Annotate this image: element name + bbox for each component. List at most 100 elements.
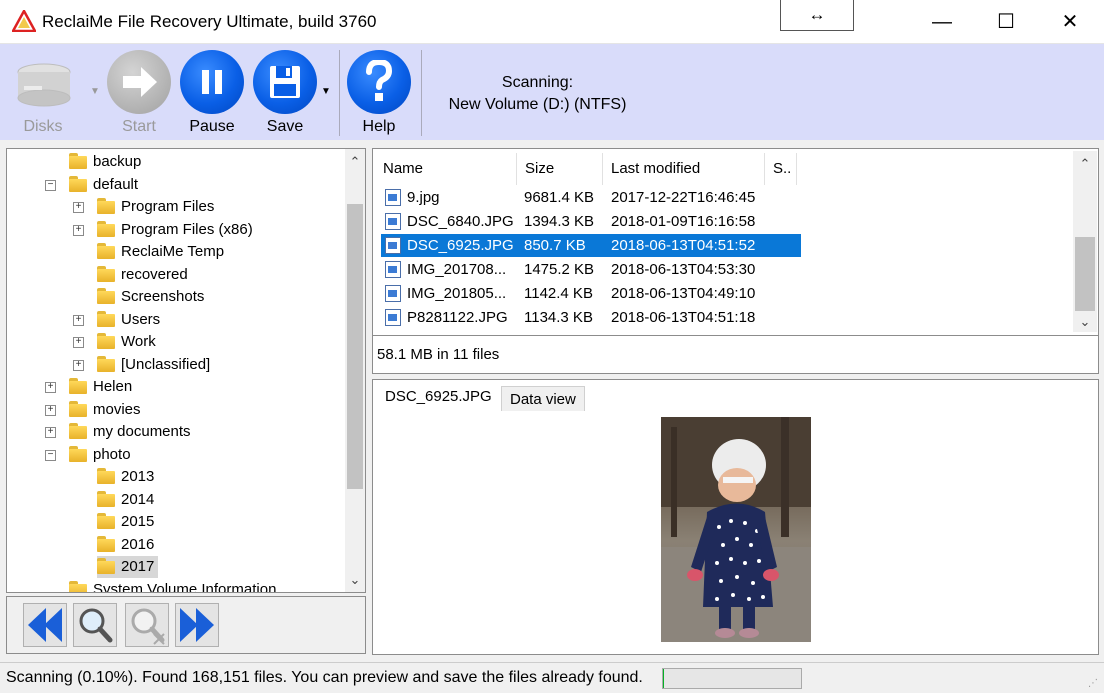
status-bar: Scanning (0.10%). Found 168,151 files. Y…: [0, 662, 1104, 693]
tree-expander[interactable]: +: [73, 224, 84, 236]
tab-preview-file[interactable]: DSC_6925.JPG: [377, 384, 500, 411]
pause-button[interactable]: Pause: [179, 48, 245, 138]
tree-item[interactable]: ReclaiMe Temp: [97, 241, 228, 263]
scroll-down-icon[interactable]: ⌄: [1075, 311, 1095, 333]
scan-progress-bar: [662, 668, 802, 689]
next-button[interactable]: [175, 603, 219, 647]
image-file-icon: [385, 285, 401, 302]
tree-item[interactable]: 2017: [97, 556, 159, 578]
tree-expander[interactable]: +: [45, 404, 56, 416]
tree-item[interactable]: 2013: [97, 466, 158, 488]
double-left-arrow-icon: [28, 608, 62, 642]
maximize-button[interactable]: ☐: [974, 0, 1038, 44]
preview-panel: DSC_6925.JPG Data view: [372, 379, 1099, 655]
magnifier-icon: [79, 608, 113, 643]
image-file-icon: [385, 237, 401, 254]
tree-scrollbar[interactable]: ⌃ ⌄: [345, 149, 365, 592]
save-dropdown-arrow-icon[interactable]: ▼: [321, 86, 331, 97]
table-row[interactable]: IMG_201708... 1475.2 KB 2018-06-13T04:53:3…: [381, 258, 791, 281]
folder-icon: [69, 378, 87, 394]
tree-expander[interactable]: +: [45, 382, 56, 393]
folder-icon: [97, 288, 115, 304]
scroll-up-icon[interactable]: ⌃: [1075, 153, 1095, 175]
resize-handle[interactable]: ↔: [780, 0, 854, 31]
folder-icon: [97, 310, 115, 327]
tree-expander[interactable]: +: [73, 314, 84, 326]
tree-item[interactable]: 2016: [97, 534, 158, 556]
help-button[interactable]: Help: [346, 48, 412, 138]
tree-item[interactable]: 2015: [97, 511, 158, 533]
tree-item[interactable]: photo: [69, 444, 135, 466]
file-size: 850.7 KB: [524, 237, 586, 254]
image-file-icon: [385, 189, 401, 206]
save-button[interactable]: Save: [252, 48, 318, 138]
tree-item[interactable]: Program Files: [97, 196, 218, 218]
floppy-disk-icon: [270, 66, 300, 98]
column-header-last-modified[interactable]: Last modified: [603, 153, 765, 185]
column-header-status[interactable]: S..: [765, 153, 797, 185]
tree-expander[interactable]: +: [73, 337, 84, 348]
toolbar: Disks ▼ Start Pause Save ▼ Help Scanning…: [0, 44, 1104, 140]
tree-item[interactable]: recovered: [97, 264, 192, 286]
resize-grip-icon[interactable]: ⋰: [1088, 678, 1098, 689]
tree-item-label: backup: [93, 153, 142, 170]
close-button[interactable]: ✕: [1038, 0, 1102, 44]
table-row[interactable]: DSC_6840.JPG 1394.3 KB 2018-01-09T16:16:58: [381, 210, 791, 233]
folder-icon: [69, 423, 87, 439]
folder-icon: [69, 580, 87, 592]
disks-button[interactable]: Disks: [10, 48, 76, 138]
tree-item[interactable]: movies: [69, 399, 145, 421]
photo-preview: [661, 417, 811, 642]
folder-icon: [69, 400, 87, 417]
search-button[interactable]: [73, 603, 117, 647]
disks-dropdown-arrow-icon[interactable]: ▼: [90, 86, 100, 97]
tree-item[interactable]: Helen: [69, 376, 136, 398]
tree-expander[interactable]: −: [45, 179, 56, 191]
folder-tree[interactable]: backup − default + Program Files + Program Fil…: [6, 148, 366, 593]
tree-item[interactable]: [Unclassified]: [97, 354, 214, 376]
file-size: 1475.2 KB: [524, 261, 595, 278]
table-row[interactable]: DSC_6925.JPG 850.7 KB 2018-06-13T04:51:52: [381, 234, 801, 257]
tree-item[interactable]: backup: [69, 151, 145, 173]
scroll-up-icon[interactable]: ⌃: [345, 151, 365, 173]
tree-item[interactable]: 2014: [97, 489, 158, 511]
tree-expander[interactable]: +: [45, 427, 56, 438]
file-summary: 58.1 MB in 11 files: [373, 335, 1098, 373]
file-name: 9.jpg: [407, 189, 440, 206]
column-header-size[interactable]: Size: [517, 153, 603, 185]
minimize-button[interactable]: —: [910, 0, 974, 44]
file-list-scrollbar-thumb[interactable]: [1075, 237, 1095, 311]
tree-item-label: System Volume Information: [93, 580, 277, 593]
file-name: IMG_201805...: [407, 285, 507, 302]
table-row[interactable]: P8281122.JPG 1134.3 KB 2018-06-13T04:51:18: [381, 306, 791, 329]
start-button[interactable]: Start: [106, 48, 172, 138]
tree-item[interactable]: Screenshots: [97, 286, 208, 308]
tree-scrollbar-thumb[interactable]: [347, 204, 363, 489]
table-row[interactable]: 9.jpg 9681.4 KB 2017-12-22T16:46:45: [381, 186, 791, 209]
scan-status-target: New Volume (D:) (NTFS): [448, 96, 627, 113]
tree-item[interactable]: Work: [97, 331, 160, 353]
previous-button[interactable]: [23, 603, 67, 647]
scroll-down-icon[interactable]: ⌄: [345, 569, 365, 591]
tree-expander[interactable]: +: [73, 202, 84, 213]
tree-item-label: recovered: [121, 265, 188, 283]
save-label: Save: [266, 118, 304, 135]
tree-item[interactable]: Program Files (x86): [97, 219, 257, 241]
tree-expander[interactable]: −: [45, 449, 56, 461]
tree-item[interactable]: default: [69, 174, 142, 196]
tree-item[interactable]: Users: [97, 309, 164, 331]
pause-icon: [202, 70, 222, 94]
tree-item-label: movies: [93, 400, 141, 418]
file-list[interactable]: Name Size Last modified S.. 9.jpg 9681.4 …: [372, 148, 1099, 374]
table-row[interactable]: IMG_201805... 1142.4 KB 2018-06-13T04:49:1…: [381, 282, 791, 305]
tree-item[interactable]: my documents: [69, 421, 195, 443]
clear-search-button[interactable]: [125, 603, 169, 647]
tree-item-label: 2017: [121, 558, 155, 575]
tree-item[interactable]: System Volume Information: [69, 579, 280, 593]
file-list-scrollbar[interactable]: ⌃ ⌄: [1073, 151, 1097, 332]
column-header-name[interactable]: Name: [375, 153, 517, 185]
tab-data-view[interactable]: Data view: [501, 386, 585, 411]
magnifier-clear-icon: [131, 608, 165, 645]
title-bar: ReclaiMe File Recovery Ultimate, build 3…: [0, 0, 1104, 44]
tree-expander[interactable]: +: [73, 359, 84, 371]
